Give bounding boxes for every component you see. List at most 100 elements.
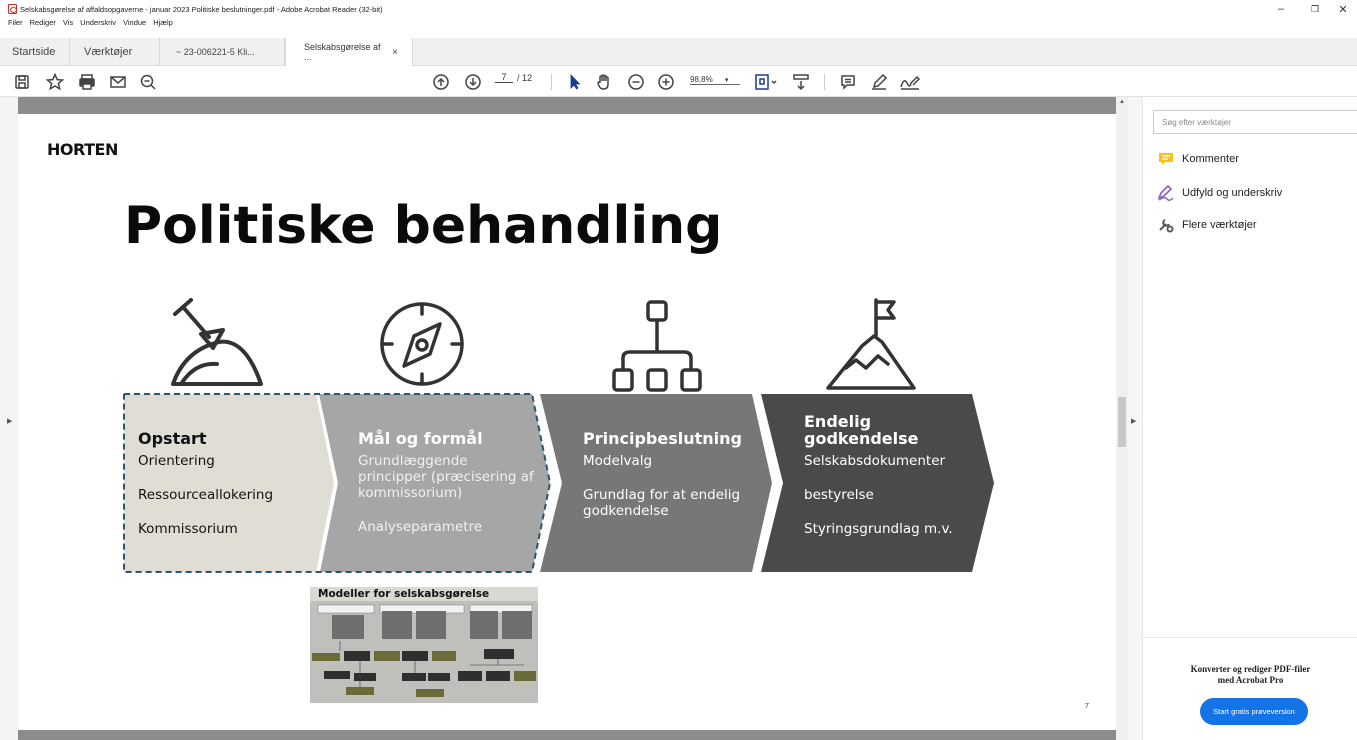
email-icon[interactable]	[108, 71, 128, 93]
zoom-value: 98,8%	[690, 75, 713, 84]
step-opstart: Opstart Orientering Ressourceallokering …	[138, 430, 273, 537]
step-line: Ressourceallokering	[138, 487, 274, 503]
right-pane-toggle: ▶	[1128, 97, 1142, 740]
zoom-level-dropdown[interactable]: 98,8% ▾	[690, 75, 740, 85]
save-icon[interactable]	[12, 71, 32, 93]
upgrade-promo: Konverter og rediger PDF-filer med Acrob…	[1143, 637, 1357, 740]
acrobat-window: Selskabsgørelse af affaldsopgaverne - ja…	[0, 0, 1357, 740]
tab-document-1[interactable]: ~ 23-006221-5 Kli...	[160, 38, 285, 66]
toolbar-divider	[551, 74, 552, 90]
minimize-button[interactable]: –	[1266, 0, 1296, 18]
zoom-in-icon[interactable]	[656, 71, 676, 93]
close-button[interactable]: ✕	[1328, 0, 1357, 18]
start-trial-button[interactable]: Start gratis prøveversion	[1200, 698, 1308, 725]
step-endelig-godkendelse: Endelig godkendelse Selskabsdokumenter b…	[804, 413, 953, 537]
hand-tool-icon[interactable]	[594, 71, 614, 93]
models-thumbnail-image: Modeller for selskabsgørelse	[310, 587, 538, 703]
chevron-down-icon: ▾	[724, 77, 729, 84]
fit-page-icon[interactable]	[753, 71, 779, 93]
promo-line-2: med Acrobat Pro	[1217, 675, 1284, 685]
maximize-button[interactable]: ❐	[1300, 0, 1330, 18]
tool-flere-vaerktoejer[interactable]: Flere værktøjer	[1157, 217, 1257, 233]
menu-hjaelp[interactable]: Hjælp	[153, 18, 173, 27]
promo-text: Konverter og rediger PDF-filer med Acrob…	[1143, 664, 1357, 686]
step-line: Selskabsdokumenter	[804, 453, 946, 469]
menu-underskriv[interactable]: Underskriv	[80, 18, 116, 27]
scroll-up-icon[interactable]: ▲	[1119, 99, 1125, 105]
zoom-out-icon[interactable]	[626, 71, 646, 93]
previous-page-icon[interactable]	[431, 71, 451, 93]
page-navigator: 7 / 12	[495, 72, 532, 83]
tool-label: Kommenter	[1182, 153, 1239, 165]
step-line: Orientering	[138, 453, 215, 469]
next-page-edge	[18, 730, 1116, 740]
slide-title: Politiske behandling	[124, 196, 723, 256]
shovel-icon	[171, 298, 263, 386]
menu-rediger[interactable]: Rediger	[30, 18, 56, 27]
tab-startside[interactable]: Startside	[0, 38, 70, 66]
step-line: Analyseparametre	[358, 519, 483, 535]
models-diagram-illustration	[312, 604, 536, 697]
tool-label: Flere værktøjer	[1182, 219, 1257, 231]
step-heading: Opstart	[138, 429, 207, 448]
highlight-pen-icon[interactable]	[868, 71, 890, 93]
toolbar-divider	[824, 74, 825, 90]
step-line: Grundlag for at endelig	[583, 487, 741, 503]
next-page-icon[interactable]	[463, 71, 483, 93]
acrobat-pdf-icon	[8, 4, 17, 14]
tab-document-active[interactable]: Selskabsgørelse af ... ×	[285, 38, 413, 66]
step-line: Styringsgrundlag m.v.	[804, 521, 953, 537]
sign-icon	[1157, 185, 1175, 201]
step-principbeslutning: Principbeslutning Modelvalg Grundlag for…	[583, 430, 742, 519]
step-heading: godkendelse	[804, 429, 919, 448]
left-pane-collapsed: ▶	[0, 97, 18, 740]
window-title: Selskabsgørelse af affaldsopgaverne - ja…	[20, 4, 383, 14]
scroll-mode-icon[interactable]	[790, 71, 812, 93]
promo-line-1: Konverter og rediger PDF-filer	[1190, 664, 1311, 674]
step-line: Grundlæggende	[358, 453, 468, 469]
scrollbar-thumb[interactable]	[1118, 397, 1126, 447]
menu-vis[interactable]: Vis	[63, 18, 73, 27]
slide-page-number: 7	[1085, 703, 1089, 710]
signature-icon[interactable]	[898, 71, 922, 93]
step-heading: Endelig	[804, 412, 872, 431]
title-bar: Selskabsgørelse af affaldsopgaverne - ja…	[0, 0, 1357, 18]
document-scrollbar[interactable]: ▲	[1116, 97, 1128, 740]
menu-filer[interactable]: Filer	[8, 18, 23, 27]
tab-close-icon[interactable]: ×	[392, 47, 398, 58]
step-line: kommissorium)	[358, 485, 463, 501]
step-line: bestyrelse	[804, 487, 874, 503]
comment-icon	[1157, 151, 1175, 167]
mountain-flag-icon	[826, 298, 916, 390]
more-tools-icon	[1157, 217, 1175, 233]
print-icon[interactable]	[77, 71, 97, 93]
bookmark-star-icon[interactable]	[45, 71, 65, 93]
menu-bar: Filer Rediger Vis Underskriv Vindue Hjæl…	[0, 18, 1357, 38]
tools-search-input[interactable]: Søg efter værktøjer	[1153, 110, 1357, 134]
current-page-input[interactable]: 7	[495, 72, 513, 83]
step-line: Modelvalg	[583, 453, 653, 469]
tool-udfyld-og-underskriv[interactable]: Udfyld og underskriv	[1157, 185, 1282, 201]
step-maal-og-formaal: Mål og formål Grundlæggende principper (…	[358, 430, 534, 535]
select-cursor-icon[interactable]	[565, 71, 585, 93]
horten-logo: HORTEN	[47, 140, 118, 159]
menu-vindue[interactable]: Vindue	[123, 18, 146, 27]
previous-page-edge	[18, 97, 1116, 114]
expand-left-pane-icon[interactable]: ▶	[7, 417, 12, 425]
tab-vaerktoejer[interactable]: Værktøjer	[70, 38, 160, 66]
toolbar: 7 / 12 98,8% ▾	[0, 66, 1357, 97]
tool-kommenter[interactable]: Kommenter	[1157, 151, 1239, 167]
total-pages: / 12	[517, 72, 533, 83]
tab-label: Startside	[12, 46, 56, 58]
compass-icon	[380, 302, 464, 386]
collapse-right-pane-icon[interactable]: ▶	[1131, 417, 1136, 425]
tools-pane: Søg efter værktøjer Kommenter Udfyld og …	[1142, 97, 1357, 740]
step-heading: Principbeslutning	[583, 429, 742, 448]
step-line: godkendelse	[583, 503, 669, 519]
models-title: Modeller for selskabsgørelse	[310, 587, 538, 601]
comment-tool-icon[interactable]	[838, 71, 858, 93]
tab-label: ~ 23-006221-5 Kli...	[176, 47, 255, 57]
step-line: principper (præcisering af	[358, 469, 534, 485]
zoom-search-icon[interactable]	[138, 71, 158, 93]
step-heading: Mål og formål	[358, 429, 483, 448]
